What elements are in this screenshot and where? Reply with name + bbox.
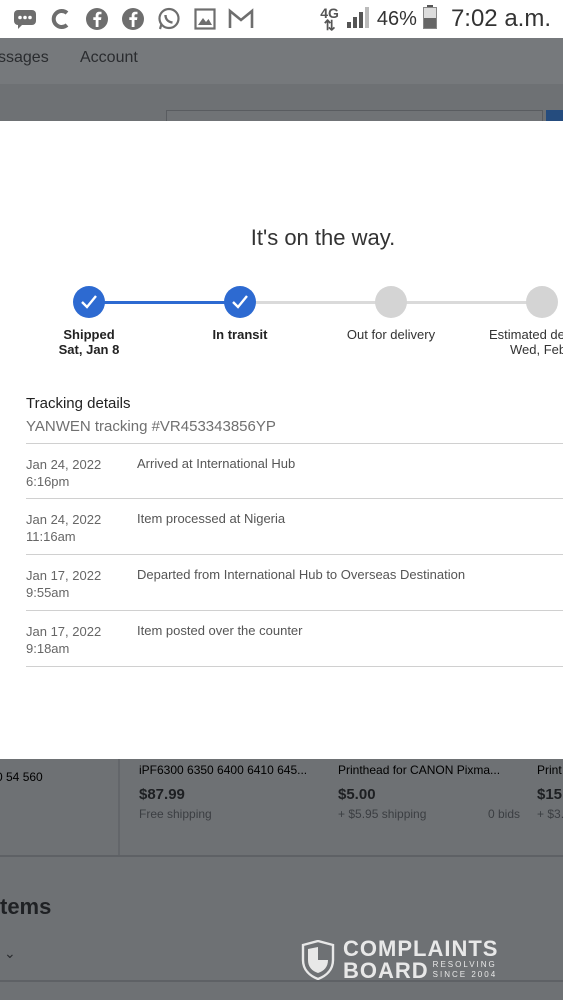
step-shipped — [73, 286, 105, 318]
event-description: Arrived at International Hub — [137, 456, 296, 471]
card-divider — [118, 756, 120, 856]
check-icon — [232, 295, 248, 309]
facebook-icon-2 — [120, 6, 146, 32]
divider — [26, 554, 563, 555]
divider — [0, 855, 563, 857]
card-title-fragment: 0 54 560 — [0, 770, 43, 784]
watermark-line2: BOARD — [343, 958, 429, 983]
top-nav: ssages Account — [0, 38, 563, 84]
tracking-modal: It's on the way. Shipped Sat, Jan 8 In tr… — [0, 121, 563, 759]
card-title[interactable]: Printhead for CANON Pixma... — [338, 763, 500, 777]
modal-headline: It's on the way. — [250, 225, 396, 250]
divider — [26, 498, 563, 499]
battery-icon — [422, 4, 437, 34]
progress-track-complete — [89, 301, 240, 304]
tracking-number: YANWEN tracking #VR453343856YP — [26, 418, 276, 435]
step-label-in-transit: In transit — [212, 327, 268, 342]
chrome-c-icon — [48, 6, 74, 32]
clock: 7:02 a.m. — [450, 5, 551, 32]
step-in-transit — [224, 286, 256, 318]
event-date: Jan 17, 2022 9:18am — [26, 624, 102, 656]
battery-percent: 46% — [376, 7, 417, 30]
divider — [26, 443, 563, 444]
shield-logo-icon — [301, 940, 335, 980]
event-description: Item processed at Nigeria — [137, 511, 286, 526]
check-icon — [81, 295, 97, 309]
divider — [26, 610, 563, 611]
card-bids: 0 bids — [488, 807, 521, 821]
watermark-tagline: RESOLVING SINCE 2004 — [432, 960, 498, 979]
card-title[interactable]: iPF6300 6350 6400 6410 645... — [139, 763, 307, 777]
complaints-board-watermark: COMPLAINTS BOARD RESOLVING SINCE 2004 — [301, 935, 521, 985]
step-out-for-delivery — [375, 286, 407, 318]
chevron-down-icon[interactable]: ⌄ — [4, 945, 16, 962]
event-date: Jan 24, 2022 11:16am — [26, 512, 102, 544]
watermark-line1: COMPLAINTS — [343, 936, 499, 961]
whatsapp-icon — [156, 6, 182, 32]
nav-messages[interactable]: ssages — [0, 49, 49, 67]
divider — [26, 666, 563, 667]
step-label-out-for-delivery: Out for delivery — [346, 327, 436, 342]
status-bar: 4G ⇅ 46% 7:02 a.m. — [0, 0, 563, 38]
tracking-details-title: Tracking details — [26, 395, 131, 412]
event-date: Jan 24, 2022 6:16pm — [26, 457, 102, 489]
card-price: $15 — [537, 786, 563, 803]
card-price: $5.00 — [338, 786, 376, 803]
signal-icon — [345, 5, 371, 34]
event-description: Item posted over the counter — [137, 623, 303, 638]
step-label-estimated: Estimated de Wed, Feb — [489, 327, 563, 357]
card-shipping: Free shipping — [139, 807, 212, 821]
network-indicator: 4G ⇅ — [320, 5, 339, 33]
facebook-icon — [84, 6, 110, 32]
event-description: Departed from International Hub to Overs… — [137, 567, 466, 582]
card-price: $87.99 — [139, 786, 185, 803]
card-title[interactable]: Print — [537, 763, 562, 777]
step-label-shipped: Shipped Sat, Jan 8 — [58, 327, 120, 357]
gmail-icon — [228, 6, 254, 32]
step-estimated-delivery — [526, 286, 558, 318]
section-heading: tems — [0, 894, 52, 919]
messages-icon — [12, 6, 38, 32]
card-shipping: + $3. — [537, 807, 563, 821]
gallery-icon — [192, 6, 218, 32]
nav-account[interactable]: Account — [80, 49, 138, 67]
card-shipping: + $5.95 shipping — [338, 807, 427, 821]
event-date: Jan 17, 2022 9:55am — [26, 568, 102, 600]
